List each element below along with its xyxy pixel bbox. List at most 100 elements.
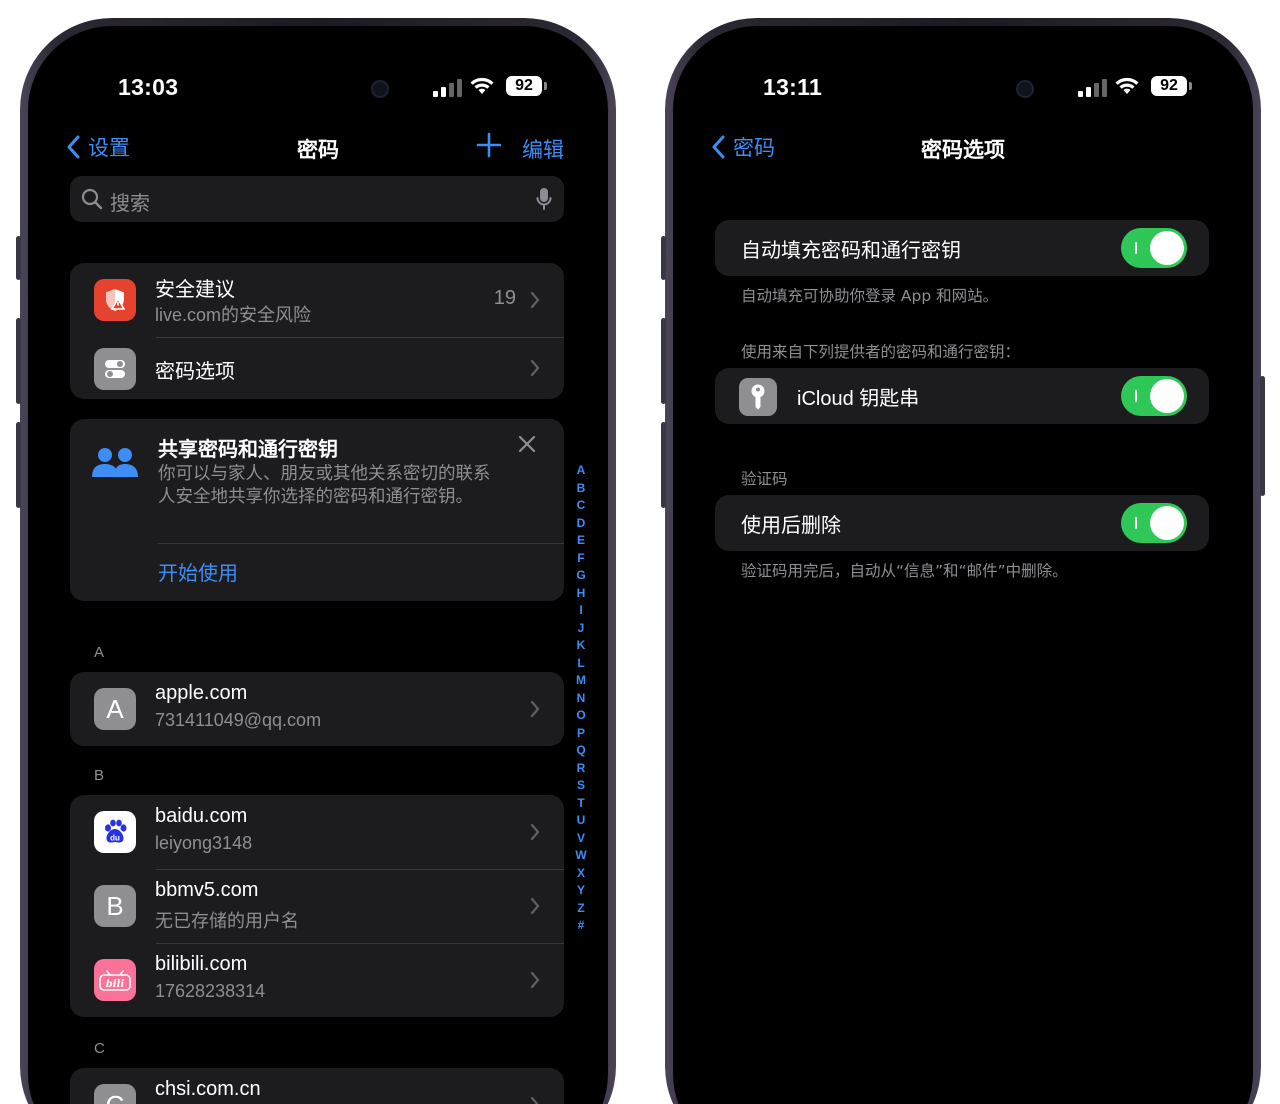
autofill-label: 自动填充密码和通行密钥: [741, 238, 961, 262]
row-separator: [156, 337, 564, 338]
cellular-signal-icon: [433, 79, 463, 97]
toggles-icon: [94, 348, 136, 390]
share-description: 你可以与家人、朋友或其他关系密切的联系人安全地共享你选择的密码和通行密钥。: [158, 464, 491, 507]
account-name: leiyong3148: [155, 833, 253, 853]
security-count: 19: [493, 287, 516, 309]
site-letter-icon: A: [94, 688, 136, 730]
password-options-label: 密码选项: [155, 359, 235, 383]
close-icon[interactable]: [518, 435, 536, 453]
camera-icon: [1016, 80, 1034, 98]
index-letter[interactable]: M: [574, 672, 588, 690]
index-letter[interactable]: H: [574, 585, 588, 603]
svg-text:du: du: [110, 834, 120, 843]
index-letter[interactable]: C: [574, 497, 588, 515]
site-letter-icon: C: [94, 1084, 136, 1104]
icloud-keychain-toggle[interactable]: [1121, 376, 1187, 416]
left-screen: 13:03 92 设置 密码 编辑 搜索 安全建议 live.com的安全风险 …: [28, 26, 608, 1104]
bilibili-icon: bili: [94, 959, 136, 1001]
index-letter[interactable]: G: [574, 567, 588, 585]
index-letter[interactable]: A: [574, 462, 588, 480]
index-letter[interactable]: #: [574, 917, 588, 935]
site-name: bilibili.com: [155, 953, 248, 975]
row-separator: [158, 543, 564, 544]
search-field[interactable]: 搜索: [70, 176, 564, 222]
people-icon: [92, 448, 138, 477]
account-name: 无已存储的用户名: [155, 911, 299, 931]
index-letter[interactable]: W: [574, 847, 588, 865]
chevron-right-icon: [530, 291, 540, 309]
site-name: baidu.com: [155, 805, 248, 827]
chevron-right-icon: [530, 1096, 539, 1104]
back-label: 密码: [733, 136, 775, 160]
index-letter[interactable]: Y: [574, 882, 588, 900]
index-letter[interactable]: T: [574, 795, 588, 813]
password-row[interactable]: A apple.com 731411049@qq.com: [70, 672, 564, 746]
index-letter[interactable]: U: [574, 812, 588, 830]
status-time: 13:11: [763, 74, 823, 100]
security-subtitle: live.com的安全风险: [155, 305, 312, 325]
account-name: 731411049@qq.com: [155, 710, 322, 730]
battery-icon: 92: [506, 76, 547, 96]
delete-after-use-label: 使用后删除: [741, 513, 841, 537]
index-letter[interactable]: B: [574, 480, 588, 498]
verification-codes-group: 使用后删除: [715, 495, 1209, 551]
index-letter[interactable]: D: [574, 515, 588, 533]
index-letter[interactable]: I: [574, 602, 588, 620]
password-row[interactable]: B bbmv5.com 无已存储的用户名: [70, 869, 564, 943]
password-row[interactable]: C chsi.com.cn: [70, 1068, 564, 1104]
section-header-c: C: [94, 1040, 105, 1057]
index-letter[interactable]: O: [574, 707, 588, 725]
index-letter[interactable]: Q: [574, 742, 588, 760]
index-letter[interactable]: N: [574, 690, 588, 708]
edit-button[interactable]: 编辑: [522, 134, 564, 164]
security-shield-icon: [94, 279, 136, 321]
chevron-left-icon: [712, 135, 725, 159]
status-bar: 13:11 92: [673, 74, 1253, 104]
wifi-icon: [470, 77, 494, 94]
back-button[interactable]: 设置: [66, 132, 130, 162]
verification-codes-header: 验证码: [741, 470, 788, 488]
get-started-button[interactable]: 开始使用: [158, 557, 238, 586]
password-row[interactable]: bili bilibili.com 17628238314: [70, 943, 564, 1017]
security-title: 安全建议: [155, 279, 235, 301]
volume-up-button: [661, 318, 666, 404]
microphone-icon[interactable]: [536, 187, 552, 211]
add-password-button[interactable]: [476, 132, 502, 158]
index-letter[interactable]: F: [574, 550, 588, 568]
chevron-right-icon: [530, 823, 540, 841]
index-letter[interactable]: E: [574, 532, 588, 550]
left-phone: 13:03 92 设置 密码 编辑 搜索 安全建议 live.com的安全风险 …: [16, 18, 616, 1104]
password-row[interactable]: du baidu.com leiyong3148: [70, 795, 564, 869]
delete-after-use-toggle[interactable]: [1121, 503, 1187, 543]
share-passwords-card: 共享密码和通行密钥 你可以与家人、朋友或其他关系密切的联系人安全地共享你选择的密…: [70, 419, 564, 601]
alphabet-index[interactable]: A B C D E F G H I J K L M N O P Q R S T U V W X Y Z #: [574, 462, 588, 935]
volume-down-button: [661, 422, 666, 508]
chevron-right-icon: [530, 700, 540, 718]
delete-after-use-note: 验证码用完后，自动从“信息”和“邮件”中删除。: [741, 562, 1068, 580]
index-letter[interactable]: V: [574, 830, 588, 848]
back-button[interactable]: 密码: [711, 132, 775, 162]
index-letter[interactable]: J: [574, 620, 588, 638]
password-options-row[interactable]: 密码选项: [70, 337, 564, 399]
status-time: 13:03: [118, 74, 179, 100]
site-name: bbmv5.com: [155, 879, 259, 901]
index-letter[interactable]: Z: [574, 900, 588, 918]
top-group: 安全建议 live.com的安全风险 19 密码选项: [70, 263, 564, 399]
autofill-toggle[interactable]: [1121, 228, 1187, 268]
index-letter[interactable]: P: [574, 725, 588, 743]
chevron-right-icon: [530, 971, 540, 989]
index-letter[interactable]: S: [574, 777, 588, 795]
index-letter[interactable]: R: [574, 760, 588, 778]
action-button: [661, 236, 666, 280]
back-label: 设置: [88, 136, 130, 160]
security-recommendations-row[interactable]: 安全建议 live.com的安全风险 19: [70, 263, 564, 337]
autofill-row: 自动填充密码和通行密钥: [715, 220, 1209, 276]
section-a-group: A apple.com 731411049@qq.com: [70, 672, 564, 746]
index-letter[interactable]: K: [574, 637, 588, 655]
site-letter-icon: B: [94, 885, 136, 927]
index-letter[interactable]: X: [574, 865, 588, 883]
section-c-group: C chsi.com.cn: [70, 1068, 564, 1104]
baidu-icon: du: [94, 811, 136, 853]
providers-group: iCloud 钥匙串: [715, 368, 1209, 424]
index-letter[interactable]: L: [574, 655, 588, 673]
